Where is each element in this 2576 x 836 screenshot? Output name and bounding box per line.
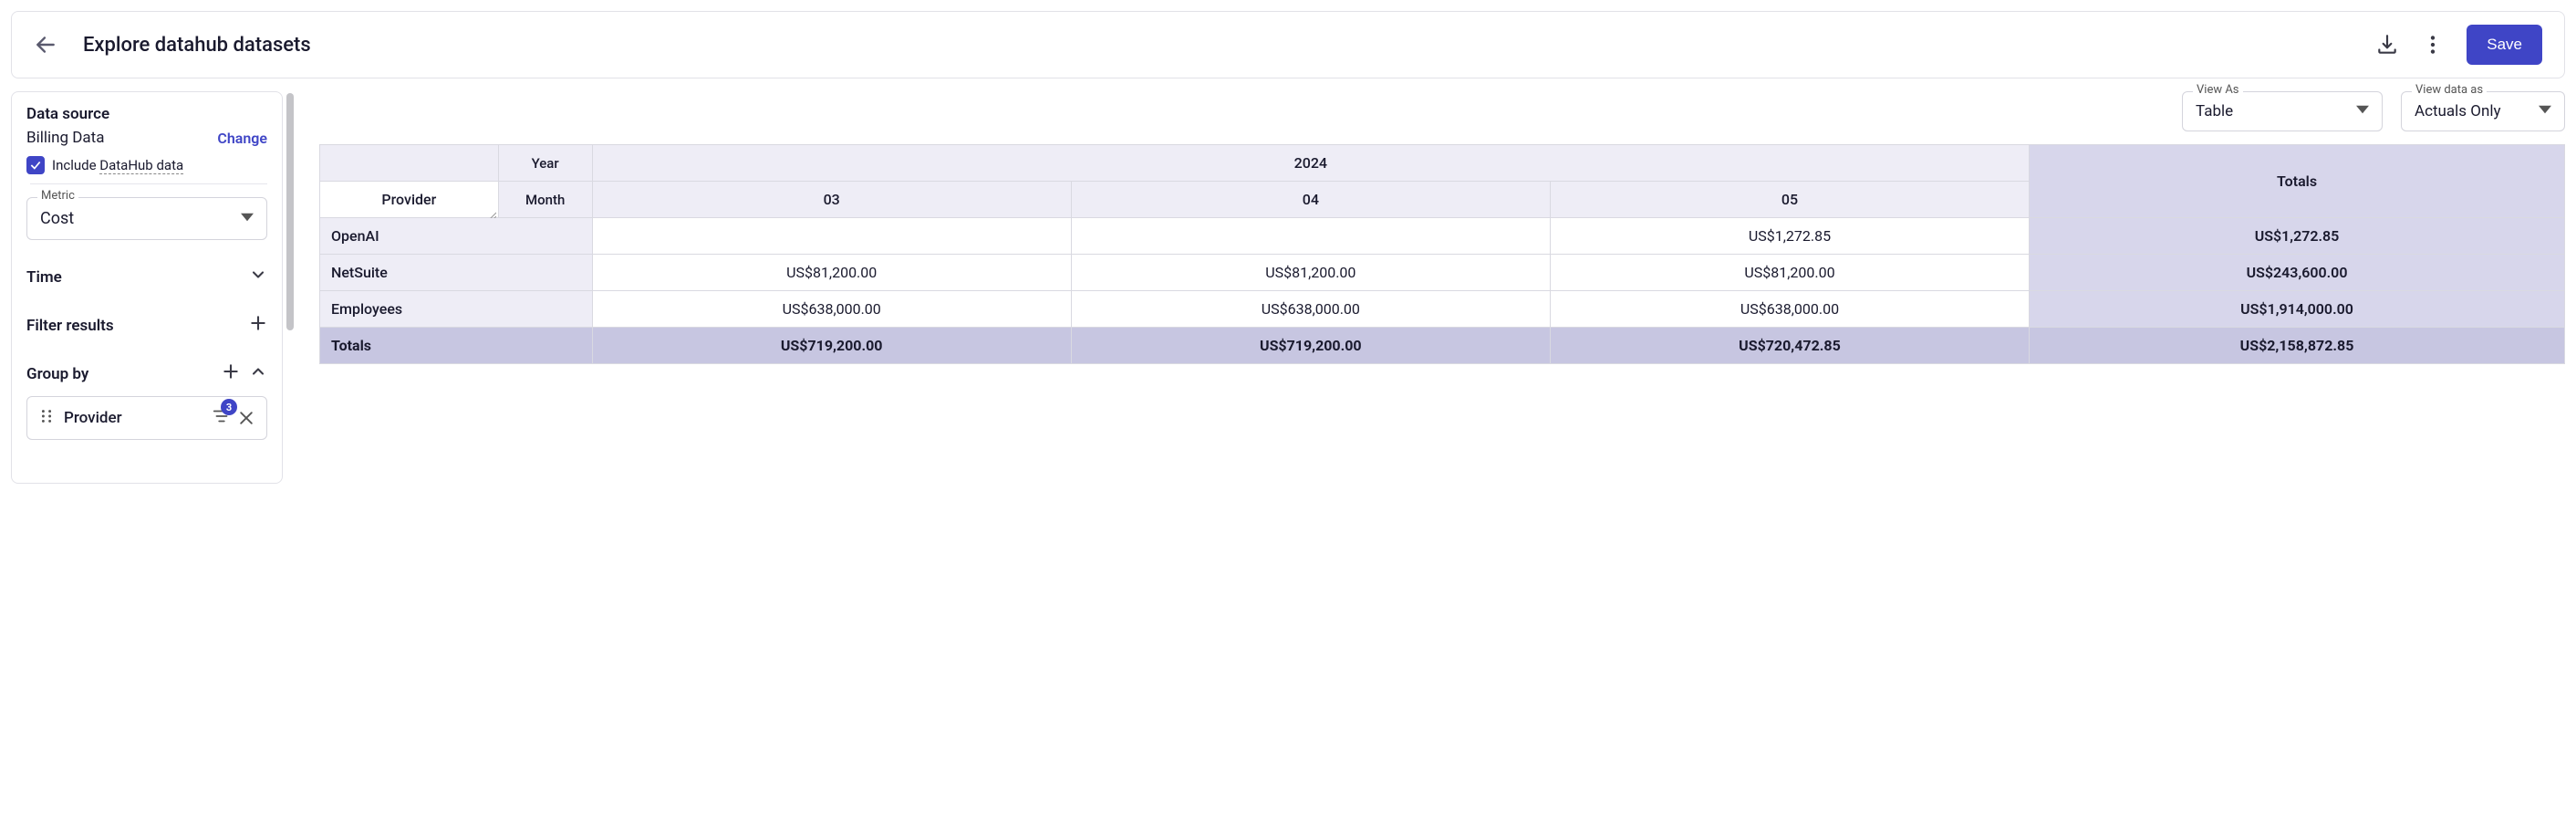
- month-header-2: 05: [1550, 182, 2029, 218]
- back-arrow-icon[interactable]: [34, 33, 57, 57]
- data-cell: US$81,200.00: [1071, 255, 1550, 291]
- row-total-cell: US$243,600.00: [2030, 255, 2565, 291]
- month-header-1: 04: [1071, 182, 1550, 218]
- row-header: Employees: [320, 291, 593, 328]
- view-data-as-value: Actuals Only: [2415, 102, 2501, 120]
- data-cell: US$81,200.00: [1550, 255, 2029, 291]
- table-row: OpenAI US$1,272.85 US$1,272.85: [320, 218, 2565, 255]
- download-icon[interactable]: [2375, 33, 2399, 57]
- year-value-cell: 2024: [592, 145, 2029, 182]
- provider-column-header[interactable]: Provider: [320, 182, 499, 218]
- data-cell: US$81,200.00: [592, 255, 1071, 291]
- time-section-header[interactable]: Time: [26, 266, 267, 288]
- filter-results-section-header[interactable]: Filter results: [26, 314, 267, 337]
- chevron-up-icon: [249, 362, 267, 385]
- metric-field-label: Metric: [37, 189, 78, 203]
- metric-select-value: Cost: [40, 209, 74, 228]
- month-label-cell: Month: [498, 182, 592, 218]
- more-vertical-icon[interactable]: [2421, 33, 2445, 57]
- data-cell: US$638,000.00: [1550, 291, 2029, 328]
- data-cell: US$638,000.00: [592, 291, 1071, 328]
- row-total-cell: US$1,272.85: [2030, 218, 2565, 255]
- group-by-chip-provider[interactable]: Provider 3: [26, 396, 267, 440]
- filter-icon[interactable]: 3: [212, 406, 232, 430]
- totals-row: Totals US$719,200.00 US$719,200.00 US$72…: [320, 328, 2565, 364]
- totals-row-header: Totals: [320, 328, 593, 364]
- view-as-select[interactable]: Table: [2182, 91, 2383, 131]
- table-row: NetSuite US$81,200.00 US$81,200.00 US$81…: [320, 255, 2565, 291]
- resize-handle-icon[interactable]: [487, 206, 496, 215]
- group-by-chip-label: Provider: [64, 409, 122, 427]
- filter-count-badge: 3: [221, 399, 237, 415]
- row-header: NetSuite: [320, 255, 593, 291]
- remove-chip-icon[interactable]: [237, 409, 255, 427]
- group-by-label: Group by: [26, 365, 88, 383]
- chevron-down-icon: [249, 266, 267, 288]
- top-bar: Explore datahub datasets Save: [11, 11, 2565, 78]
- metric-select[interactable]: Cost: [26, 197, 267, 240]
- group-by-section-header[interactable]: Group by: [26, 362, 267, 385]
- caret-down-icon: [2539, 102, 2551, 120]
- view-data-as-select[interactable]: Actuals Only: [2401, 91, 2565, 131]
- view-data-as-label: View data as: [2412, 83, 2487, 97]
- view-as-value: Table: [2196, 102, 2233, 120]
- time-section-label: Time: [26, 268, 62, 287]
- data-source-name: Billing Data: [26, 129, 105, 147]
- data-cell: US$638,000.00: [1071, 291, 1550, 328]
- month-header-0: 03: [592, 182, 1071, 218]
- grand-total-cell: US$2,158,872.85: [2030, 328, 2565, 364]
- plus-icon[interactable]: [249, 314, 267, 337]
- save-button[interactable]: Save: [2467, 25, 2542, 65]
- column-total-cell: US$719,200.00: [592, 328, 1071, 364]
- row-header: OpenAI: [320, 218, 593, 255]
- divider: [30, 183, 267, 184]
- caret-down-icon: [2356, 102, 2369, 120]
- column-total-cell: US$719,200.00: [1071, 328, 1550, 364]
- totals-column-header: Totals: [2030, 145, 2565, 218]
- row-total-cell: US$1,914,000.00: [2030, 291, 2565, 328]
- scrollbar-thumb[interactable]: [286, 93, 294, 330]
- caret-down-icon: [241, 209, 254, 228]
- include-datahub-label: Include DataHub data: [52, 157, 183, 173]
- plus-icon[interactable]: [222, 362, 240, 385]
- data-cell: [1071, 218, 1550, 255]
- table-corner-blank: [320, 145, 499, 182]
- change-data-source-link[interactable]: Change: [217, 130, 267, 147]
- data-cell: US$1,272.85: [1550, 218, 2029, 255]
- year-label-cell: Year: [498, 145, 592, 182]
- data-source-heading: Data source: [26, 105, 267, 123]
- column-total-cell: US$720,472.85: [1550, 328, 2029, 364]
- drag-handle-icon[interactable]: [38, 408, 55, 428]
- side-panel: Data source Billing Data Change Include …: [11, 91, 283, 484]
- page-title: Explore datahub datasets: [83, 34, 2350, 57]
- view-as-label: View As: [2193, 83, 2243, 97]
- data-cell: [592, 218, 1071, 255]
- filter-results-label: Filter results: [26, 317, 114, 335]
- main-content: View As Table View data as Actuals Only: [319, 91, 2565, 484]
- data-table: Year 2024 Totals Month 03 04 05 Provider: [319, 144, 2565, 364]
- include-datahub-checkbox[interactable]: [26, 156, 45, 174]
- table-row: Employees US$638,000.00 US$638,000.00 US…: [320, 291, 2565, 328]
